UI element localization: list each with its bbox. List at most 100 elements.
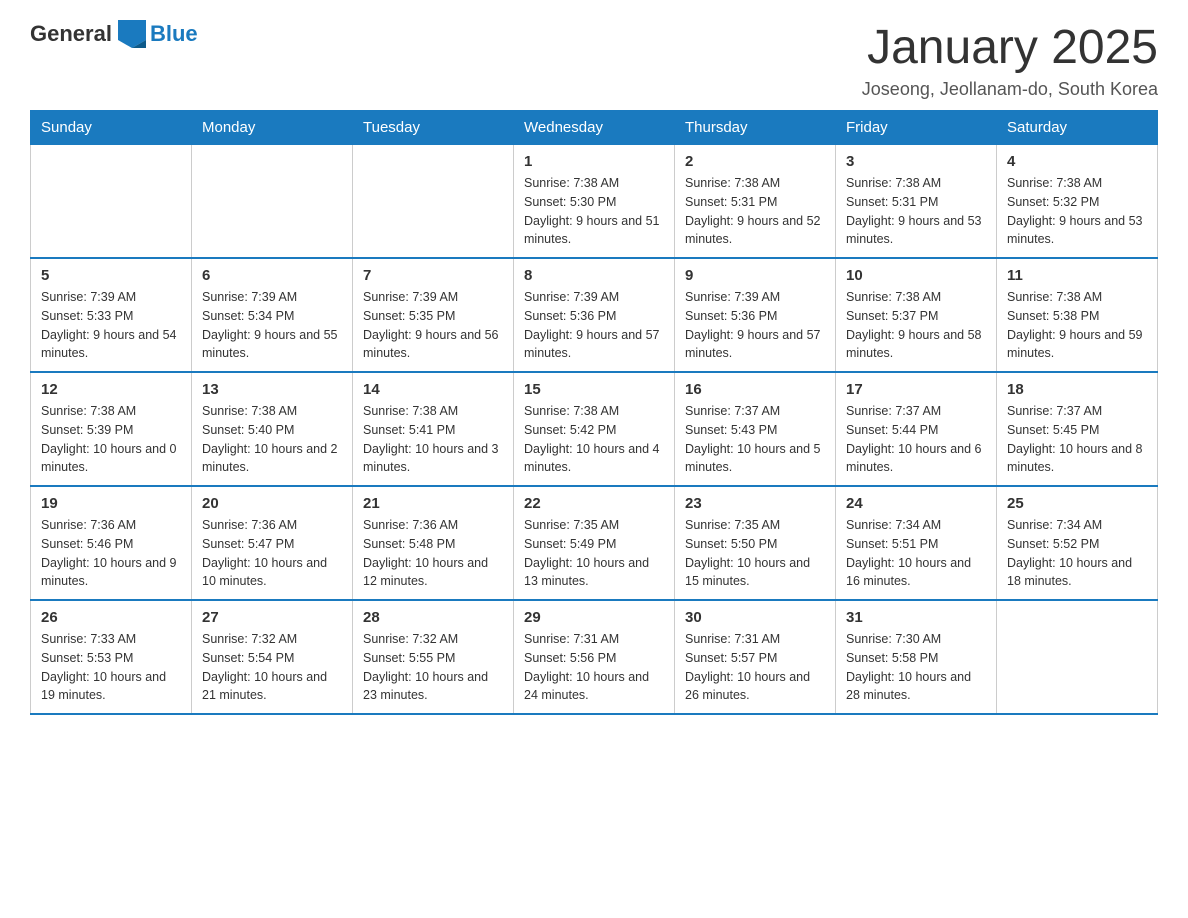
day-info: Sunrise: 7:39 AM Sunset: 5:33 PM Dayligh…	[41, 288, 181, 363]
week-row-2: 5 Sunrise: 7:39 AM Sunset: 5:33 PM Daylig…	[31, 258, 1158, 372]
day-info: Sunrise: 7:32 AM Sunset: 5:55 PM Dayligh…	[363, 630, 503, 705]
calendar-cell: 15 Sunrise: 7:38 AM Sunset: 5:42 PM Dayli…	[514, 372, 675, 486]
day-number: 2	[685, 153, 825, 170]
header-day-tuesday: Tuesday	[353, 111, 514, 145]
calendar-cell: 24 Sunrise: 7:34 AM Sunset: 5:51 PM Dayli…	[836, 486, 997, 600]
calendar-cell: 4 Sunrise: 7:38 AM Sunset: 5:32 PM Daylig…	[997, 145, 1158, 259]
calendar-table: SundayMondayTuesdayWednesdayThursdayFrid…	[30, 110, 1158, 715]
calendar-cell	[353, 145, 514, 259]
day-number: 14	[363, 381, 503, 398]
day-info: Sunrise: 7:38 AM Sunset: 5:42 PM Dayligh…	[524, 402, 664, 477]
calendar-cell: 6Sunrise: 7:39 AM Sunset: 5:34 PM Daylig…	[192, 258, 353, 372]
calendar-cell: 8 Sunrise: 7:39 AM Sunset: 5:36 PM Daylig…	[514, 258, 675, 372]
day-info: Sunrise: 7:38 AM Sunset: 5:40 PM Dayligh…	[202, 402, 342, 477]
day-info: Sunrise: 7:37 AM Sunset: 5:44 PM Dayligh…	[846, 402, 986, 477]
calendar-cell: 27 Sunrise: 7:32 AM Sunset: 5:54 PM Dayli…	[192, 600, 353, 714]
calendar-cell: 16Sunrise: 7:37 AM Sunset: 5:43 PM Dayli…	[675, 372, 836, 486]
day-info: Sunrise: 7:35 AM Sunset: 5:49 PM Dayligh…	[524, 516, 664, 591]
day-info: Sunrise: 7:32 AM Sunset: 5:54 PM Dayligh…	[202, 630, 342, 705]
header-day-sunday: Sunday	[31, 111, 192, 145]
day-info: Sunrise: 7:36 AM Sunset: 5:46 PM Dayligh…	[41, 516, 181, 591]
calendar-cell: 19Sunrise: 7:36 AM Sunset: 5:46 PM Dayli…	[31, 486, 192, 600]
calendar-subtitle: Joseong, Jeollanam-do, South Korea	[862, 79, 1158, 100]
day-info: Sunrise: 7:38 AM Sunset: 5:39 PM Dayligh…	[41, 402, 181, 477]
header-day-wednesday: Wednesday	[514, 111, 675, 145]
day-number: 24	[846, 495, 986, 512]
day-info: Sunrise: 7:39 AM Sunset: 5:34 PM Dayligh…	[202, 288, 342, 363]
calendar-cell: 12Sunrise: 7:38 AM Sunset: 5:39 PM Dayli…	[31, 372, 192, 486]
day-info: Sunrise: 7:37 AM Sunset: 5:45 PM Dayligh…	[1007, 402, 1147, 477]
day-number: 26	[41, 609, 181, 626]
page-header: General Blue January 2025 Joseong, Jeoll…	[30, 20, 1158, 100]
day-info: Sunrise: 7:38 AM Sunset: 5:41 PM Dayligh…	[363, 402, 503, 477]
header-day-saturday: Saturday	[997, 111, 1158, 145]
day-info: Sunrise: 7:39 AM Sunset: 5:35 PM Dayligh…	[363, 288, 503, 363]
calendar-cell: 18 Sunrise: 7:37 AM Sunset: 5:45 PM Dayli…	[997, 372, 1158, 486]
day-number: 31	[846, 609, 986, 626]
day-number: 21	[363, 495, 503, 512]
calendar-cell: 26 Sunrise: 7:33 AM Sunset: 5:53 PM Dayli…	[31, 600, 192, 714]
day-info: Sunrise: 7:33 AM Sunset: 5:53 PM Dayligh…	[41, 630, 181, 705]
day-info: Sunrise: 7:38 AM Sunset: 5:30 PM Dayligh…	[524, 174, 664, 249]
calendar-cell: 20Sunrise: 7:36 AM Sunset: 5:47 PM Dayli…	[192, 486, 353, 600]
logo-blue-text: Blue	[150, 21, 198, 47]
day-number: 29	[524, 609, 664, 626]
calendar-cell: 14 Sunrise: 7:38 AM Sunset: 5:41 PM Dayli…	[353, 372, 514, 486]
logo[interactable]: General Blue	[30, 20, 198, 48]
day-number: 11	[1007, 267, 1147, 284]
calendar-cell: 22 Sunrise: 7:35 AM Sunset: 5:49 PM Dayli…	[514, 486, 675, 600]
day-number: 15	[524, 381, 664, 398]
day-number: 10	[846, 267, 986, 284]
title-section: January 2025 Joseong, Jeollanam-do, Sout…	[862, 20, 1158, 100]
week-row-5: 26 Sunrise: 7:33 AM Sunset: 5:53 PM Dayli…	[31, 600, 1158, 714]
calendar-header: SundayMondayTuesdayWednesdayThursdayFrid…	[31, 111, 1158, 145]
day-number: 22	[524, 495, 664, 512]
header-day-monday: Monday	[192, 111, 353, 145]
calendar-cell: 23 Sunrise: 7:35 AM Sunset: 5:50 PM Dayli…	[675, 486, 836, 600]
day-info: Sunrise: 7:35 AM Sunset: 5:50 PM Dayligh…	[685, 516, 825, 591]
day-number: 4	[1007, 153, 1147, 170]
day-info: Sunrise: 7:31 AM Sunset: 5:57 PM Dayligh…	[685, 630, 825, 705]
day-number: 18	[1007, 381, 1147, 398]
calendar-body: 1 Sunrise: 7:38 AM Sunset: 5:30 PM Daylig…	[31, 145, 1158, 715]
day-number: 9	[685, 267, 825, 284]
calendar-cell: 28 Sunrise: 7:32 AM Sunset: 5:55 PM Dayli…	[353, 600, 514, 714]
logo-icon	[118, 20, 146, 48]
day-number: 27	[202, 609, 342, 626]
header-row: SundayMondayTuesdayWednesdayThursdayFrid…	[31, 111, 1158, 145]
calendar-cell: 31 Sunrise: 7:30 AM Sunset: 5:58 PM Dayli…	[836, 600, 997, 714]
day-info: Sunrise: 7:36 AM Sunset: 5:47 PM Dayligh…	[202, 516, 342, 591]
calendar-cell: 2 Sunrise: 7:38 AM Sunset: 5:31 PM Daylig…	[675, 145, 836, 259]
day-info: Sunrise: 7:38 AM Sunset: 5:31 PM Dayligh…	[846, 174, 986, 249]
calendar-cell: 21Sunrise: 7:36 AM Sunset: 5:48 PM Dayli…	[353, 486, 514, 600]
day-number: 23	[685, 495, 825, 512]
day-number: 25	[1007, 495, 1147, 512]
day-number: 3	[846, 153, 986, 170]
day-number: 8	[524, 267, 664, 284]
day-number: 28	[363, 609, 503, 626]
calendar-title: January 2025	[862, 20, 1158, 75]
day-number: 5	[41, 267, 181, 284]
calendar-cell: 13 Sunrise: 7:38 AM Sunset: 5:40 PM Dayli…	[192, 372, 353, 486]
day-info: Sunrise: 7:39 AM Sunset: 5:36 PM Dayligh…	[685, 288, 825, 363]
day-info: Sunrise: 7:30 AM Sunset: 5:58 PM Dayligh…	[846, 630, 986, 705]
calendar-cell: 30 Sunrise: 7:31 AM Sunset: 5:57 PM Dayli…	[675, 600, 836, 714]
day-info: Sunrise: 7:31 AM Sunset: 5:56 PM Dayligh…	[524, 630, 664, 705]
day-info: Sunrise: 7:34 AM Sunset: 5:51 PM Dayligh…	[846, 516, 986, 591]
day-info: Sunrise: 7:38 AM Sunset: 5:32 PM Dayligh…	[1007, 174, 1147, 249]
day-number: 7	[363, 267, 503, 284]
week-row-4: 19Sunrise: 7:36 AM Sunset: 5:46 PM Dayli…	[31, 486, 1158, 600]
day-number: 13	[202, 381, 342, 398]
logo-general-text: General	[30, 21, 112, 47]
calendar-cell: 5 Sunrise: 7:39 AM Sunset: 5:33 PM Daylig…	[31, 258, 192, 372]
calendar-cell	[997, 600, 1158, 714]
day-info: Sunrise: 7:38 AM Sunset: 5:31 PM Dayligh…	[685, 174, 825, 249]
day-number: 1	[524, 153, 664, 170]
week-row-1: 1 Sunrise: 7:38 AM Sunset: 5:30 PM Daylig…	[31, 145, 1158, 259]
day-info: Sunrise: 7:39 AM Sunset: 5:36 PM Dayligh…	[524, 288, 664, 363]
calendar-cell: 17Sunrise: 7:37 AM Sunset: 5:44 PM Dayli…	[836, 372, 997, 486]
day-number: 30	[685, 609, 825, 626]
calendar-cell: 1 Sunrise: 7:38 AM Sunset: 5:30 PM Daylig…	[514, 145, 675, 259]
calendar-cell: 7 Sunrise: 7:39 AM Sunset: 5:35 PM Daylig…	[353, 258, 514, 372]
week-row-3: 12Sunrise: 7:38 AM Sunset: 5:39 PM Dayli…	[31, 372, 1158, 486]
